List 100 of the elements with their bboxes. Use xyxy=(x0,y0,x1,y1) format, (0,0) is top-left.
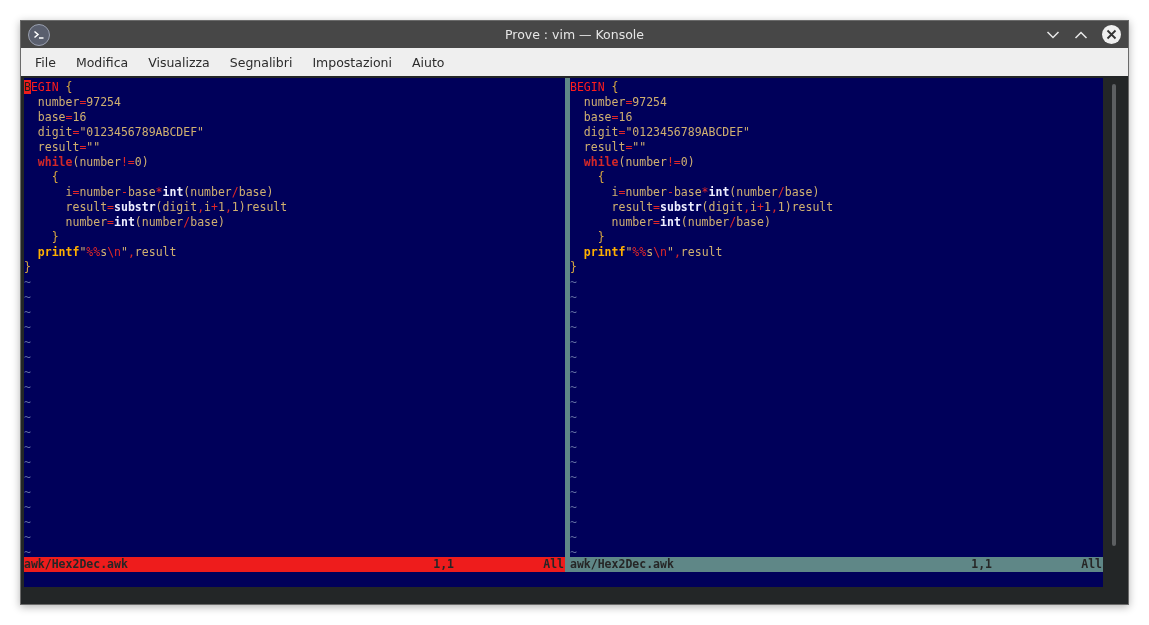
code-token: base xyxy=(673,185,702,199)
code-token: 0) xyxy=(134,155,149,169)
code-token: printf xyxy=(36,245,80,259)
code-token: = xyxy=(107,215,115,229)
code-token: , xyxy=(224,200,232,214)
empty-line-marker: ~ xyxy=(24,470,31,484)
code-token: = xyxy=(625,140,633,154)
code-token: "" xyxy=(632,140,647,154)
empty-line-marker: ~ xyxy=(570,530,577,544)
menu-item[interactable]: Modifica xyxy=(65,54,139,70)
close-icon[interactable] xyxy=(1102,25,1121,44)
code-token: (number xyxy=(134,215,184,229)
code-token: } xyxy=(570,260,577,274)
code-token: / xyxy=(231,185,239,199)
empty-line-marker: ~ xyxy=(24,380,31,394)
code-token: " xyxy=(625,245,633,259)
code-token: int xyxy=(660,215,681,229)
code-token: } xyxy=(596,230,605,244)
code-token: * xyxy=(155,185,163,199)
menu-item[interactable]: Visualizza xyxy=(138,54,220,70)
code-token: + xyxy=(211,200,218,214)
code-token: i xyxy=(64,185,73,199)
cursor-position: 1,1 xyxy=(971,557,993,572)
code-token: while xyxy=(582,155,619,169)
code-token: * xyxy=(701,185,709,199)
code-token: = xyxy=(653,215,661,229)
code-token: base) xyxy=(784,185,820,199)
empty-line-marker: ~ xyxy=(24,320,31,334)
code-token: %% xyxy=(86,245,101,259)
code-token: digit xyxy=(582,125,619,139)
code-token: 1 xyxy=(763,200,771,214)
code-token: result xyxy=(36,140,80,154)
empty-line-marker: ~ xyxy=(24,275,31,289)
code-token: / xyxy=(183,215,191,229)
maximize-icon[interactable] xyxy=(1074,29,1088,40)
empty-line-marker: ~ xyxy=(570,500,577,514)
empty-line-marker: ~ xyxy=(570,545,577,557)
code-token: , xyxy=(770,200,778,214)
code-token: 16 xyxy=(72,110,87,124)
empty-line-marker: ~ xyxy=(24,365,31,379)
empty-line-marker: ~ xyxy=(24,290,31,304)
code-token: 0) xyxy=(680,155,695,169)
code-token: BEGIN xyxy=(570,80,605,94)
code-token: number xyxy=(79,185,121,199)
code-token: %% xyxy=(632,245,647,259)
empty-line-marker: ~ xyxy=(570,455,577,469)
minimize-icon[interactable] xyxy=(1046,29,1060,40)
code-token: base xyxy=(127,185,156,199)
empty-line-marker: ~ xyxy=(570,305,577,319)
code-token: (digit xyxy=(155,200,198,214)
code-token: while xyxy=(36,155,73,169)
file-name: awk/Hex2Dec.awk xyxy=(24,557,129,572)
text-cursor: B xyxy=(24,80,31,94)
code-token: number xyxy=(625,185,667,199)
code-token: != xyxy=(120,155,135,169)
code-token: i xyxy=(750,200,757,214)
code-token: number xyxy=(64,215,108,229)
code-token: 1)result xyxy=(777,200,834,214)
code-token: (digit xyxy=(701,200,744,214)
empty-line-marker: ~ xyxy=(570,365,577,379)
code-token: { xyxy=(610,80,619,94)
code-token: = xyxy=(625,95,633,109)
scroll-position: All xyxy=(543,557,565,572)
code-token: (number xyxy=(680,215,730,229)
empty-line-marker: ~ xyxy=(24,395,31,409)
empty-line-marker: ~ xyxy=(24,455,31,469)
empty-line-marker: ~ xyxy=(24,350,31,364)
menu-item[interactable]: Aiuto xyxy=(402,54,455,70)
code-token: \n xyxy=(107,245,121,259)
menu-item[interactable]: Segnalibri xyxy=(219,54,303,70)
code-token: 97254 xyxy=(632,95,667,109)
code-token: "0123456789ABCDEF" xyxy=(79,125,205,139)
cursor-position: 1,1 xyxy=(433,557,455,572)
code-token: " xyxy=(79,245,87,259)
empty-line-marker: ~ xyxy=(24,425,31,439)
code-token: int xyxy=(114,215,135,229)
menu-item[interactable]: Impostazioni xyxy=(302,54,402,70)
code-token: base xyxy=(36,110,66,124)
code-token: != xyxy=(666,155,681,169)
empty-line-marker: ~ xyxy=(570,395,577,409)
code-token: { xyxy=(50,170,59,184)
empty-line-marker: ~ xyxy=(24,530,31,544)
code-token: { xyxy=(596,170,605,184)
code-token: i xyxy=(204,200,211,214)
code-token: (number xyxy=(729,185,778,199)
code-token: result xyxy=(134,245,177,259)
empty-line-marker: ~ xyxy=(570,425,577,439)
code-token: result xyxy=(680,245,723,259)
file-name: awk/Hex2Dec.awk xyxy=(570,557,675,572)
menu-item[interactable]: File xyxy=(25,54,66,70)
code-token: = xyxy=(618,185,626,199)
code-token: (number xyxy=(183,185,232,199)
code-token: } xyxy=(24,260,31,274)
code-token: digit xyxy=(36,125,73,139)
code-token: "" xyxy=(86,140,101,154)
code-token: + xyxy=(757,200,764,214)
code-token: result xyxy=(582,140,626,154)
code-token: - xyxy=(120,185,128,199)
code-token: 1)result xyxy=(231,200,288,214)
empty-line-marker: ~ xyxy=(570,380,577,394)
